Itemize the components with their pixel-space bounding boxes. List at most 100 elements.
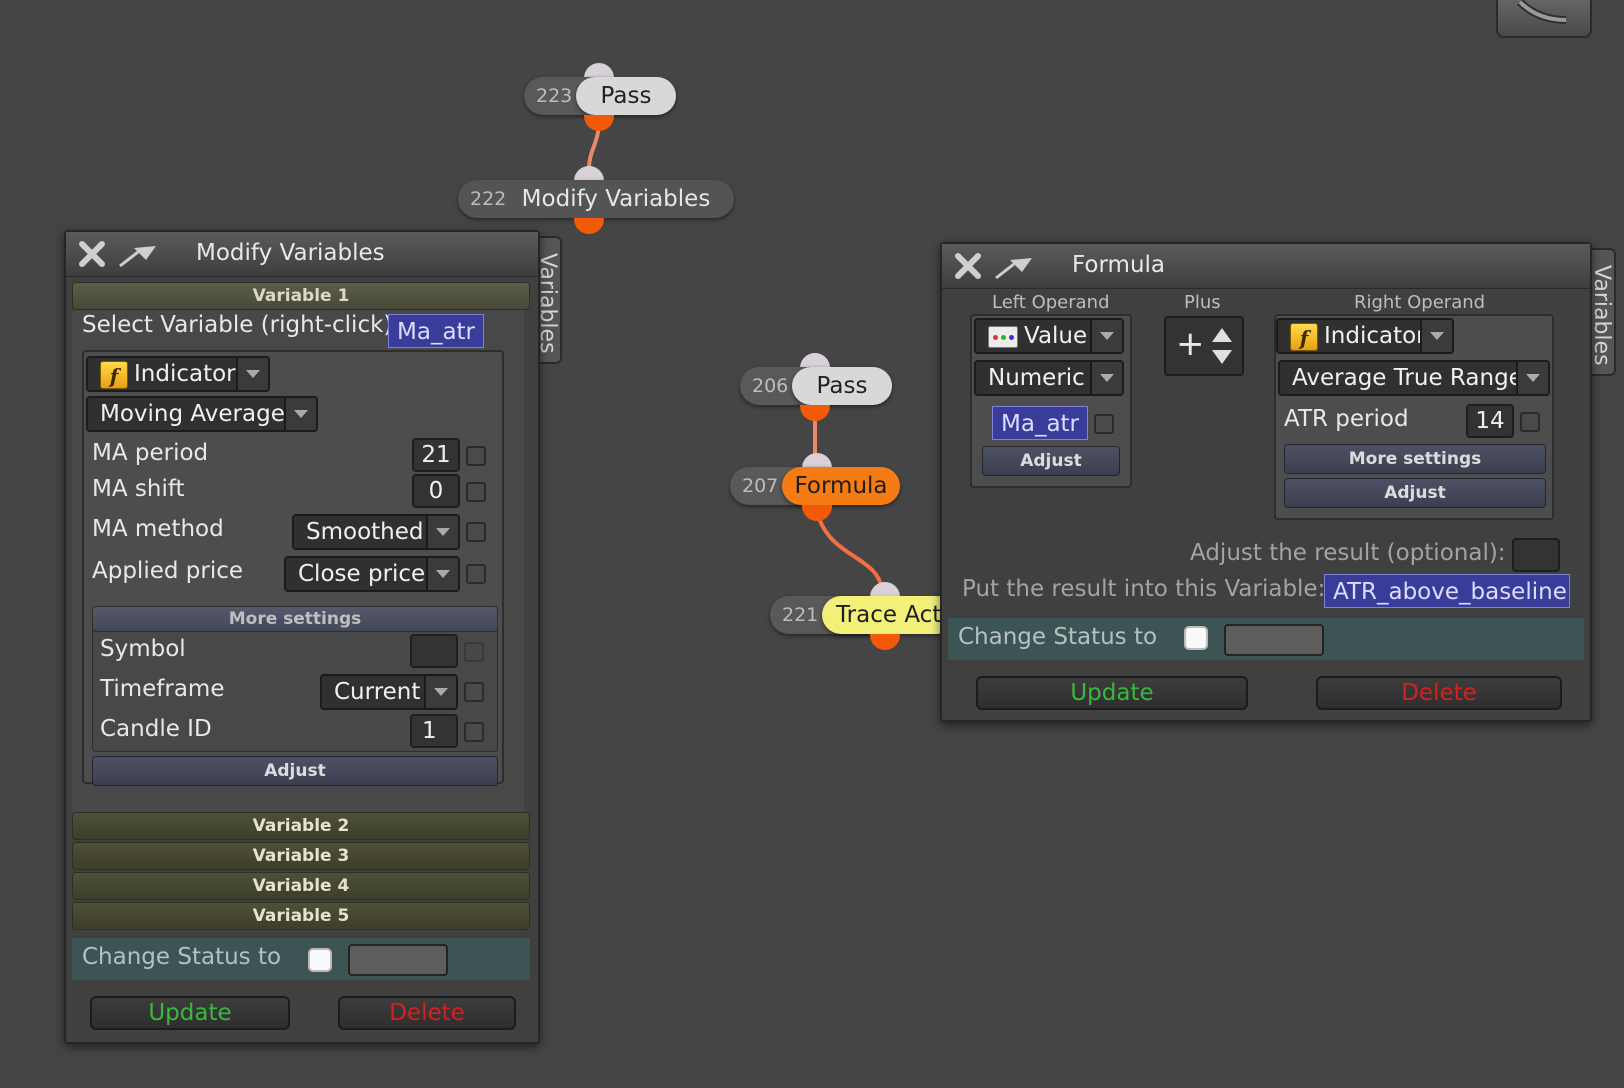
window-titlebar[interactable]: Modify Variables — [66, 232, 538, 277]
variable-4-header[interactable]: Variable 4 — [72, 872, 530, 900]
adjust-result-field[interactable] — [1512, 538, 1560, 572]
function-icon: f — [100, 360, 128, 389]
timeframe-checkbox[interactable] — [464, 682, 484, 702]
delete-button[interactable]: Delete — [338, 996, 516, 1030]
delete-button[interactable]: Delete — [1316, 676, 1562, 710]
variable-1-header[interactable]: Variable 1 — [72, 282, 530, 310]
selected-variable-box[interactable]: Ma_atr — [388, 314, 484, 348]
symbol-label: Symbol — [100, 636, 186, 662]
adjust-result-label: Adjust the result (optional): — [1190, 540, 1506, 566]
symbol-field[interactable] — [410, 634, 458, 668]
variable-5-header[interactable]: Variable 5 — [72, 902, 530, 930]
candle-id-field[interactable]: 1 — [410, 714, 458, 748]
formula-window: Formula Left Operand Plus Right Operand … — [940, 242, 1592, 722]
update-button[interactable]: Update — [90, 996, 290, 1030]
pin-icon[interactable] — [116, 238, 160, 270]
left-subtype-dropdown[interactable]: Numeric — [974, 360, 1124, 396]
atr-period-checkbox[interactable] — [1520, 412, 1540, 432]
applied-price-label: Applied price — [92, 558, 244, 584]
variable-3-header[interactable]: Variable 3 — [72, 842, 530, 870]
result-variable-box[interactable]: ATR_above_baseline — [1324, 574, 1570, 608]
node-name: Trace Act — [822, 596, 956, 634]
indicator-dropdown[interactable]: Moving Average — [86, 396, 318, 432]
applied-price-dropdown[interactable]: Close price — [284, 556, 460, 592]
right-type-dropdown[interactable]: f Indicator — [1276, 318, 1454, 354]
right-indicator-dropdown[interactable]: Average True Range — [1278, 360, 1550, 396]
applied-price-value: Close price — [298, 561, 426, 587]
window-title: Modify Variables — [196, 240, 385, 266]
symbol-checkbox[interactable] — [464, 642, 484, 662]
window-title: Formula — [1072, 252, 1165, 278]
left-subtype-value: Numeric — [988, 365, 1085, 391]
right-operand-label: Right Operand — [1354, 292, 1486, 313]
ma-method-checkbox[interactable] — [466, 522, 486, 542]
right-adjust-button[interactable]: Adjust — [1284, 478, 1546, 508]
timeframe-label: Timeframe — [100, 676, 225, 702]
change-status-checkbox[interactable] — [308, 948, 332, 972]
variables-side-tab[interactable]: Variables — [1589, 248, 1616, 376]
node-206-pass[interactable]: 206 Pass — [740, 353, 892, 421]
node-name: Modify Variables — [521, 186, 711, 212]
ma-method-dropdown[interactable]: Smoothed — [292, 514, 460, 550]
atr-period-field[interactable]: 14 — [1466, 404, 1514, 438]
variable-2-header[interactable]: Variable 2 — [72, 812, 530, 840]
update-button[interactable]: Update — [976, 676, 1248, 710]
ma-method-label: MA method — [92, 516, 224, 542]
chevron-down-icon — [426, 516, 458, 548]
corner-tool-button[interactable] — [1496, 0, 1592, 38]
node-221-trace-action[interactable]: 221 Trace Act — [770, 582, 956, 650]
chevron-down-icon — [1090, 362, 1122, 394]
select-variable-label: Select Variable (right-click) — [82, 312, 393, 338]
close-icon[interactable] — [952, 250, 984, 282]
left-variable-box[interactable]: Ma_atr — [992, 406, 1088, 440]
modify-variables-window: Modify Variables Variable 1 Select Varia… — [64, 230, 540, 1044]
status-color-swatch[interactable] — [348, 944, 448, 976]
result-variable-label: Put the result into this Variable: — [962, 576, 1326, 602]
source-type-dropdown[interactable]: f Indicator — [86, 356, 270, 392]
change-status-checkbox[interactable] — [1184, 626, 1208, 650]
timeframe-dropdown[interactable]: Current — [320, 674, 458, 710]
value-icon — [988, 325, 1018, 348]
status-color-swatch[interactable] — [1224, 624, 1324, 656]
ma-period-field[interactable]: 21 — [412, 438, 460, 472]
ma-shift-label: MA shift — [92, 476, 185, 502]
left-operand-label: Left Operand — [992, 292, 1110, 313]
node-222-modify-variables[interactable]: 222 Modify Variables — [458, 166, 734, 234]
timeframe-value: Current — [334, 679, 421, 705]
close-icon[interactable] — [76, 238, 108, 270]
source-type-value: Indicator — [134, 361, 236, 387]
ma-shift-field[interactable]: 0 — [412, 474, 460, 508]
chevron-down-icon — [426, 558, 458, 590]
ma-shift-checkbox[interactable] — [466, 482, 486, 502]
change-status-label: Change Status to — [82, 944, 282, 970]
candle-id-checkbox[interactable] — [464, 722, 484, 742]
left-adjust-button[interactable]: Adjust — [982, 446, 1120, 476]
ma-period-checkbox[interactable] — [466, 446, 486, 466]
adjust-button[interactable]: Adjust — [92, 756, 498, 786]
indicator-value: Moving Average — [100, 401, 285, 427]
chevron-down-icon — [236, 358, 268, 390]
candle-id-label: Candle ID — [100, 716, 212, 742]
node-223-pass[interactable]: 223 Pass — [524, 63, 676, 131]
chevron-down-icon — [1090, 320, 1122, 352]
chevron-down-icon — [1516, 362, 1548, 394]
change-status-label: Change Status to — [958, 624, 1158, 650]
left-type-dropdown[interactable]: Value — [974, 318, 1124, 354]
chevron-down-icon — [424, 676, 456, 708]
chevron-down-icon — [284, 398, 316, 430]
more-settings-header[interactable]: More settings — [92, 606, 498, 632]
operator-selector[interactable]: + — [1164, 316, 1244, 376]
pin-icon[interactable] — [992, 250, 1036, 282]
function-icon: f — [1290, 322, 1318, 351]
left-type-value: Value — [1024, 323, 1088, 349]
right-more-settings-button[interactable]: More settings — [1284, 444, 1546, 474]
side-tab-label: Variables — [1589, 264, 1614, 366]
left-variable-checkbox[interactable] — [1094, 414, 1114, 434]
node-207-formula[interactable]: 207 Formula — [730, 453, 900, 521]
node-name: Pass — [576, 77, 676, 115]
ma-period-label: MA period — [92, 440, 209, 466]
applied-price-checkbox[interactable] — [466, 564, 486, 584]
window-titlebar[interactable]: Formula — [942, 244, 1590, 289]
chevron-down-icon — [1420, 320, 1452, 352]
atr-period-label: ATR period — [1284, 406, 1409, 432]
